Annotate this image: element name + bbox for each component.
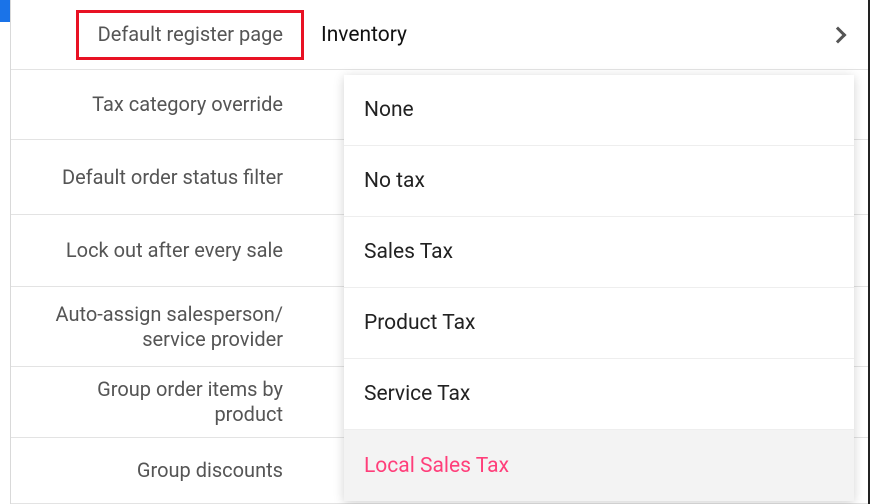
- label-auto-assign-salesperson: Auto-assign salesperson/ service provide…: [11, 302, 303, 352]
- label-group-discounts: Group discounts: [11, 458, 303, 483]
- label-default-order-status-filter: Default order status filter: [11, 165, 303, 190]
- dropdown-option-service-tax[interactable]: Service Tax: [344, 359, 854, 430]
- dropdown-option-none[interactable]: None: [344, 75, 854, 146]
- settings-panel: Default register page Inventory Tax cate…: [10, 0, 870, 504]
- label-default-register-page: Default register page: [11, 22, 303, 47]
- label-group-order-items-by-product: Group order items by product: [11, 377, 303, 427]
- value-default-register-page: Inventory: [303, 23, 868, 47]
- label-line2: service provider: [56, 327, 284, 352]
- dropdown-option-sales-tax[interactable]: Sales Tax: [344, 217, 854, 288]
- option-label: No tax: [364, 169, 425, 193]
- option-label: Sales Tax: [364, 240, 453, 264]
- dropdown-option-local-sales-tax[interactable]: Local Sales Tax: [344, 430, 854, 501]
- dropdown-option-no-tax[interactable]: No tax: [344, 146, 854, 217]
- label-text: Default register page: [98, 22, 283, 47]
- left-accent-bar: [0, 0, 10, 22]
- option-label: Local Sales Tax: [364, 454, 509, 478]
- label-tax-category-override: Tax category override: [11, 92, 303, 117]
- option-label: Product Tax: [364, 311, 475, 335]
- label-text: Group discounts: [137, 458, 283, 483]
- value-text: Inventory: [321, 23, 407, 47]
- chevron-right-icon: [830, 26, 847, 43]
- row-default-register-page[interactable]: Default register page Inventory: [11, 0, 868, 70]
- dropdown-option-product-tax[interactable]: Product Tax: [344, 288, 854, 359]
- label-lock-out-after-every-sale: Lock out after every sale: [11, 238, 303, 263]
- label-line1: Auto-assign salesperson/: [56, 302, 284, 327]
- option-label: None: [364, 98, 414, 122]
- option-label: Service Tax: [364, 382, 470, 406]
- label-text: Group order items by product: [25, 377, 283, 427]
- label-text: Tax category override: [92, 92, 283, 117]
- tax-category-dropdown[interactable]: None No tax Sales Tax Product Tax Servic…: [344, 75, 854, 501]
- label-text: Default order status filter: [62, 165, 283, 190]
- label-text: Lock out after every sale: [66, 238, 283, 263]
